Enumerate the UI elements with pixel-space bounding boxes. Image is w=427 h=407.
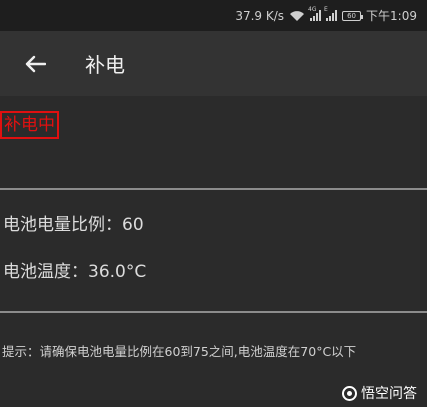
wukong-logo-icon [342,385,357,401]
status-bar: 37.9 K/s 4G E 60 下午1:09 [0,0,427,31]
battery-temperature-text: 电池温度：36.0°C [3,262,147,282]
app-bar: 补电 [0,31,427,96]
charging-status-badge: 补电中 [0,111,59,139]
divider-top [0,188,427,190]
battery-percent: 60 [347,11,356,20]
watermark-text: 悟空问答 [361,386,417,402]
hint-text: 提示：请确保电池电量比例在60到75之间,电池温度在70°C以下 [2,344,357,359]
back-button[interactable] [15,44,55,84]
signal-sim1-icon: 4G [308,6,322,21]
watermark: 悟空问答 [342,383,417,403]
net-speed: 37.9 K/s [235,8,285,23]
page-title: 补电 [85,53,125,77]
signal-sim2-icon: E [324,6,338,21]
wifi-icon [290,10,305,21]
network-type-label: 4G [308,6,317,13]
battery-icon: 60 [342,10,364,21]
clock: 下午1:09 [366,9,417,23]
battery-level-text: 电池电量比例：60 [3,215,144,235]
divider-bottom [0,311,427,313]
back-arrow-icon [25,55,46,72]
network-type-label-2: E [324,6,328,13]
